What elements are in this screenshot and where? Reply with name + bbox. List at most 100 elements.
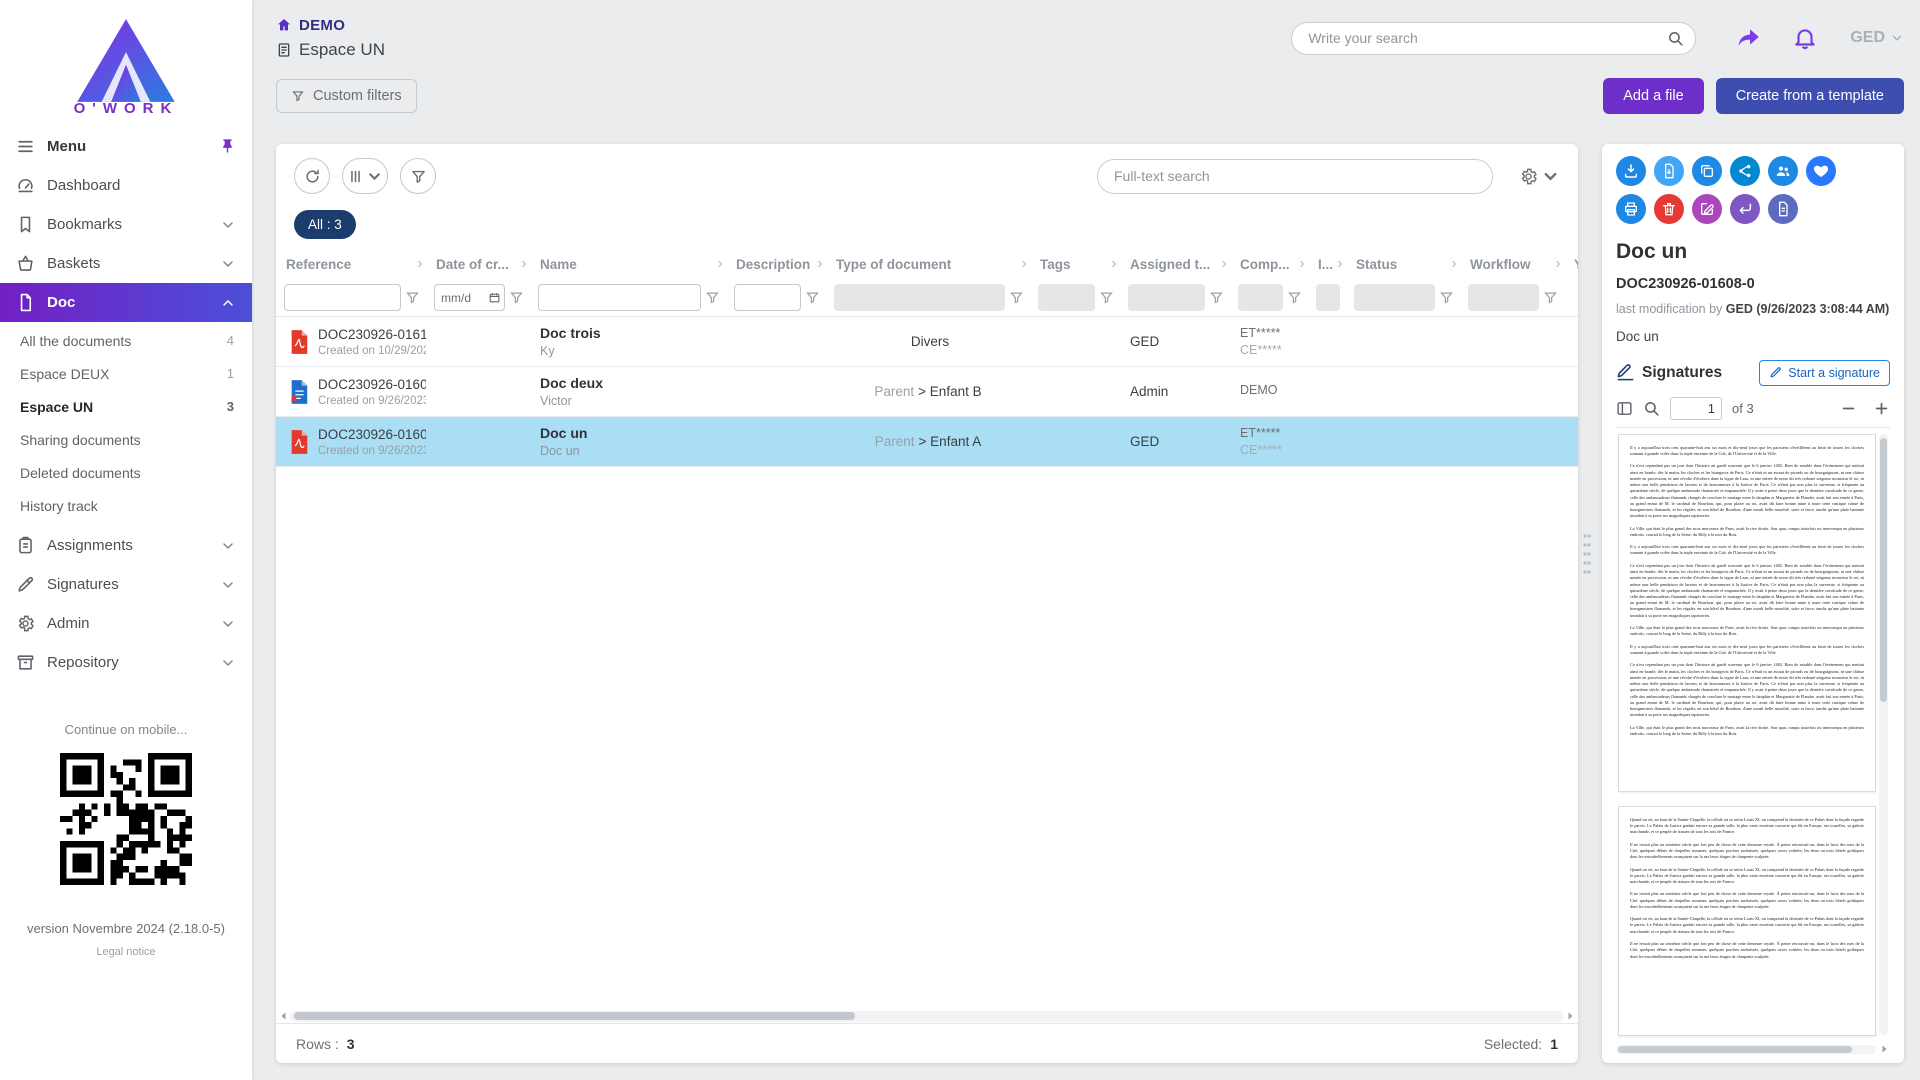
column-chevron-icon [1334, 258, 1346, 270]
sidebar-item-bookmarks[interactable]: Bookmarks [0, 205, 252, 244]
filter-button[interactable] [400, 158, 436, 194]
filter-funnel-icon[interactable] [705, 290, 720, 305]
global-search-input[interactable] [1291, 22, 1696, 55]
sidebar-item-dashboard[interactable]: Dashboard [0, 166, 252, 205]
sidebar-item-doc[interactable]: Doc [0, 283, 252, 322]
share-icon[interactable] [1736, 25, 1762, 51]
column-header-company[interactable]: Comp... [1230, 257, 1308, 272]
sidebar-toggle-icon[interactable] [1616, 400, 1633, 417]
scrollbar-track[interactable] [290, 1011, 1564, 1022]
scrollbar-track[interactable] [1616, 1045, 1876, 1054]
duplicate-button[interactable] [1692, 156, 1722, 186]
calendar-icon[interactable] [488, 291, 501, 304]
filter-funnel-icon[interactable] [1439, 290, 1454, 305]
sidebar-subitem-all-documents[interactable]: All the documents 4 [0, 324, 252, 357]
profile-menu[interactable]: GED [1850, 29, 1904, 47]
edit-button[interactable] [1692, 194, 1722, 224]
print-button[interactable] [1616, 194, 1646, 224]
workflow-filter-select[interactable] [1468, 284, 1539, 311]
pdf-vertical-scrollbar[interactable] [1879, 434, 1888, 1035]
column-header-status[interactable]: Status [1346, 257, 1460, 272]
sidebar-item-repository[interactable]: Repository [0, 643, 252, 682]
refresh-button[interactable] [294, 158, 330, 194]
table-row[interactable]: DOC230926-01609-0 Created on 9/26/2023 3… [276, 367, 1578, 417]
type-filter-select[interactable] [834, 284, 1005, 311]
start-signature-button[interactable]: Start a signature [1759, 360, 1890, 386]
sidebar-subitem-history-track[interactable]: History track [0, 489, 252, 522]
share-button[interactable] [1730, 156, 1760, 186]
tags-filter-select[interactable] [1038, 284, 1095, 311]
i-filter-select[interactable] [1316, 284, 1340, 311]
zoom-in-icon[interactable] [1873, 400, 1890, 417]
zoom-out-icon[interactable] [1840, 400, 1857, 417]
page-number-input[interactable] [1670, 397, 1722, 420]
name-filter-input[interactable] [538, 284, 701, 311]
scrollbar-thumb[interactable] [1880, 438, 1887, 703]
filter-funnel-icon[interactable] [805, 290, 820, 305]
custom-filters-button[interactable]: Custom filters [276, 79, 417, 113]
filter-funnel-icon[interactable] [1209, 290, 1224, 305]
export-file-button[interactable] [1654, 156, 1684, 186]
filter-funnel-icon[interactable] [1543, 290, 1558, 305]
table-settings-button[interactable] [1519, 167, 1560, 186]
notifications-bell-icon[interactable] [1792, 25, 1818, 51]
panel-resize-handle[interactable] [1582, 530, 1592, 576]
column-header-y[interactable]: Y... [1564, 257, 1578, 272]
scrollbar-thumb[interactable] [1618, 1046, 1852, 1053]
sidebar-item-baskets[interactable]: Baskets [0, 244, 252, 283]
space-title-line: Espace UN [276, 40, 385, 60]
sidebar-subitem-deleted-documents[interactable]: Deleted documents [0, 456, 252, 489]
sidebar-item-label: Baskets [47, 255, 208, 272]
pin-icon[interactable] [219, 138, 236, 155]
filter-funnel-icon[interactable] [1099, 290, 1114, 305]
details-button[interactable] [1768, 194, 1798, 224]
sidebar-item-menu[interactable]: Menu [0, 127, 252, 166]
delete-button[interactable] [1654, 194, 1684, 224]
check-in-button[interactable] [1730, 194, 1760, 224]
filter-funnel-icon[interactable] [509, 290, 524, 305]
sidebar-item-admin[interactable]: Admin [0, 604, 252, 643]
search-icon[interactable] [1643, 400, 1660, 417]
filter-funnel-icon[interactable] [1287, 290, 1302, 305]
column-header-tags[interactable]: Tags [1030, 257, 1120, 272]
pdf-preview[interactable]: Il y a aujourd'hui trois cent quarante-h… [1616, 428, 1890, 1041]
table-row[interactable]: DOC230926-01610-3 Created on 10/29/2024 … [276, 317, 1578, 367]
column-header-name[interactable]: Name [530, 257, 726, 272]
scroll-left-arrow-icon[interactable] [278, 1010, 290, 1022]
reference-filter-input[interactable] [284, 284, 401, 311]
sidebar-item-signatures[interactable]: Signatures [0, 565, 252, 604]
column-settings-button[interactable] [342, 158, 388, 194]
add-file-button[interactable]: Add a file [1603, 78, 1703, 114]
filter-funnel-icon[interactable] [1009, 290, 1024, 305]
download-button[interactable] [1616, 156, 1646, 186]
document-company: ET***** [1240, 426, 1298, 440]
create-from-template-button[interactable]: Create from a template [1716, 78, 1904, 114]
column-header-type[interactable]: Type of document [826, 257, 1030, 272]
column-header-date[interactable]: Date of cr... [426, 257, 530, 272]
column-header-i[interactable]: I... [1308, 257, 1346, 272]
assigned-filter-select[interactable] [1128, 284, 1205, 311]
column-header-reference[interactable]: Reference [276, 257, 426, 272]
column-header-workflow[interactable]: Workflow [1460, 257, 1564, 272]
search-icon[interactable] [1667, 30, 1684, 47]
sidebar-item-assignments[interactable]: Assignments [0, 526, 252, 565]
fulltext-search-input[interactable] [1097, 159, 1493, 194]
sidebar-subitem-espace-deux[interactable]: Espace DEUX 1 [0, 357, 252, 390]
scroll-right-arrow-icon[interactable] [1878, 1043, 1890, 1055]
permissions-button[interactable] [1768, 156, 1798, 186]
legal-notice-link[interactable]: Legal notice [96, 946, 155, 958]
table-row-selected[interactable]: DOC230926-01608-0 Created on 9/26/2023 3… [276, 417, 1578, 467]
scroll-right-arrow-icon[interactable] [1564, 1010, 1576, 1022]
scrollbar-thumb[interactable] [294, 1012, 855, 1020]
filter-funnel-icon[interactable] [405, 290, 420, 305]
favorite-button[interactable] [1806, 156, 1836, 186]
app-badge-line[interactable]: DEMO [276, 17, 385, 34]
column-header-assigned[interactable]: Assigned t... [1120, 257, 1230, 272]
sidebar-subitem-sharing-documents[interactable]: Sharing documents [0, 423, 252, 456]
sidebar-subitem-espace-un[interactable]: Espace UN 3 [0, 390, 252, 423]
company-filter-select[interactable] [1238, 284, 1283, 311]
description-filter-input[interactable] [734, 284, 801, 311]
column-header-description[interactable]: Description [726, 257, 826, 272]
status-filter-select[interactable] [1354, 284, 1435, 311]
all-count-chip[interactable]: All : 3 [294, 210, 356, 239]
